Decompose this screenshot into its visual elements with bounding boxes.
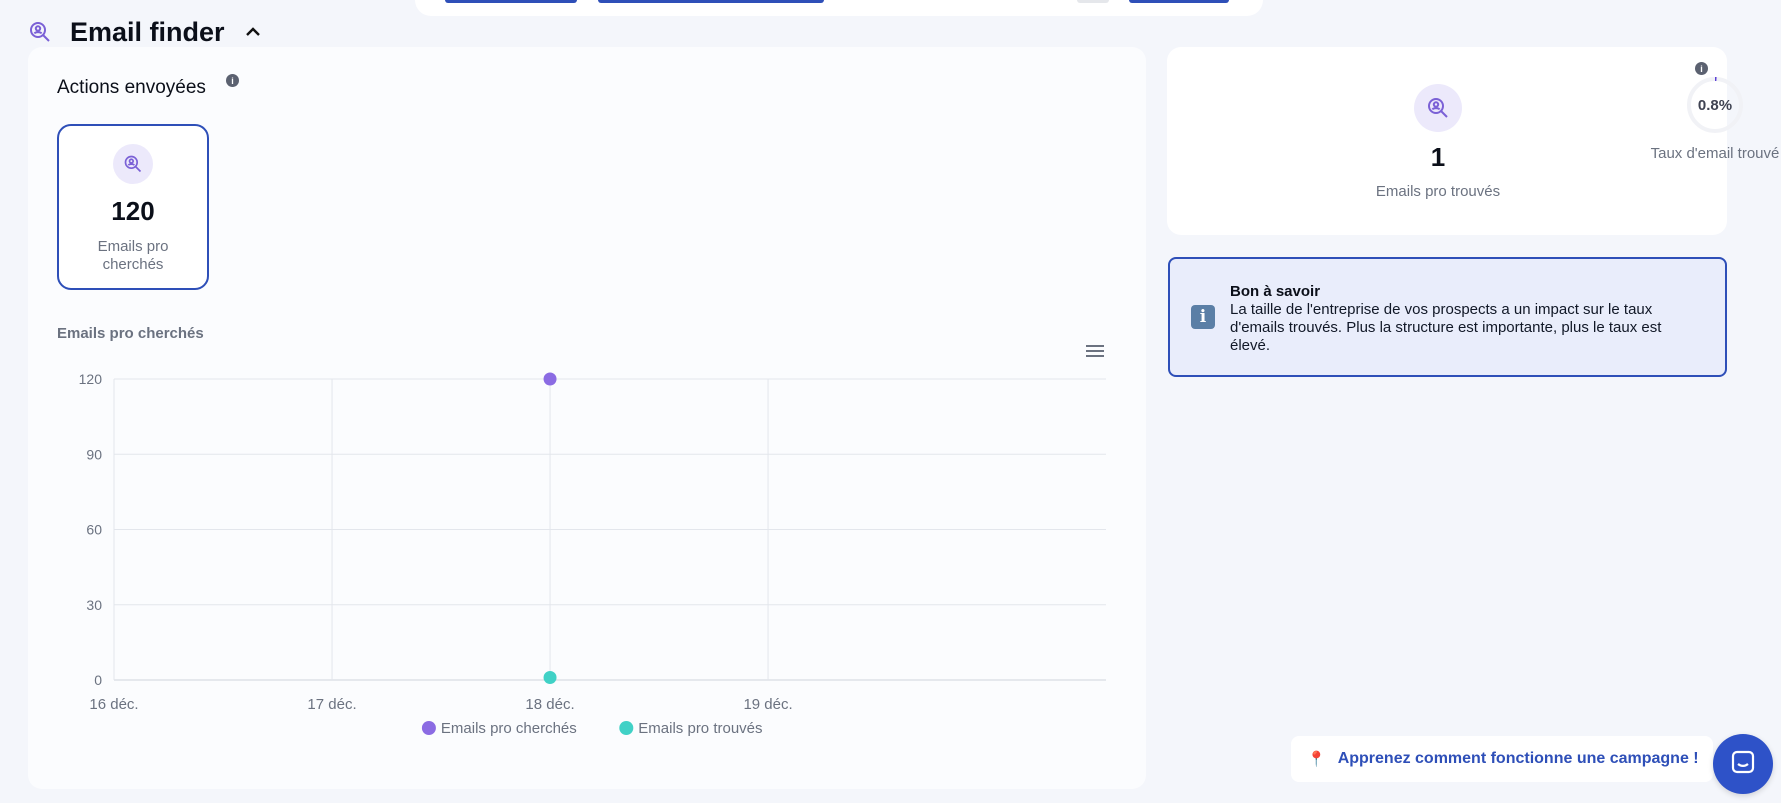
legend-marker xyxy=(619,721,634,735)
kpi-emails-found: 1 Emails pro trouvés xyxy=(1308,84,1568,200)
y-tick-label: 60 xyxy=(86,522,102,538)
legend-label: Emails pro trouvés xyxy=(638,720,762,737)
search-user-icon xyxy=(27,19,53,45)
section-title: Email finder xyxy=(70,16,225,47)
kpi-email-rate: 0.8% Taux d'email trouvé xyxy=(1585,75,1781,162)
x-tick-label: 16 déc. xyxy=(89,696,138,713)
campaign-help-text: Apprenez comment fonctionne une campagne… xyxy=(1337,750,1699,767)
info-icon: i xyxy=(1191,305,1215,329)
info-icon[interactable]: i xyxy=(1695,62,1708,75)
kpi-label: Emails pro trouvés xyxy=(1375,183,1501,200)
stats-card: i 1 Emails pro trouvés 0.8% Taux d'email… xyxy=(1167,47,1779,235)
toolbar-button[interactable] xyxy=(598,0,824,3)
legend-label: Emails pro cherchés xyxy=(441,720,577,737)
toolbar-button[interactable] xyxy=(1129,0,1229,3)
chat-button[interactable] xyxy=(1713,734,1773,794)
x-tick-label: 17 déc. xyxy=(307,696,356,713)
top-toolbar-remnant xyxy=(415,0,1263,16)
toolbar-button[interactable] xyxy=(445,0,577,3)
rate-value: 0.8% xyxy=(1697,96,1733,114)
toolbar-chip[interactable] xyxy=(1077,0,1109,3)
legend-marker xyxy=(421,721,436,735)
campaign-help-link[interactable]: 📍 Apprenez comment fonctionne une campag… xyxy=(1291,736,1713,782)
chat-icon xyxy=(1729,748,1757,781)
data-point xyxy=(543,372,557,386)
search-user-icon xyxy=(1414,84,1462,132)
tip-text: La taille de l'entreprise de vos prospec… xyxy=(1230,301,1662,354)
x-tick-label: 18 déc. xyxy=(525,696,574,713)
chart-svg: 0 30 60 90 120 16 déc. 17 déc. 18 déc. 19 déc. Em… xyxy=(79,371,1106,737)
y-tick-label: 0 xyxy=(94,672,102,688)
y-tick-label: 120 xyxy=(79,371,103,387)
tip-box: i Bon à savoir La taille de l'entreprise… xyxy=(1168,257,1727,377)
data-point xyxy=(543,670,557,684)
actions-card: Actions envoyées i 120 Emails pro cherch… xyxy=(28,47,1146,789)
y-tick-label: 90 xyxy=(86,446,102,462)
pin-icon: 📍 xyxy=(1307,751,1326,768)
y-tick-label: 30 xyxy=(86,597,102,613)
x-tick-label: 19 déc. xyxy=(743,696,792,713)
tip-title: Bon à savoir xyxy=(1230,283,1321,300)
kpi-value: 1 xyxy=(1430,142,1446,172)
rate-gauge: 0.8% xyxy=(1685,75,1745,135)
kpi-label: Taux d'email trouvé xyxy=(1650,145,1780,162)
chevron-up-icon[interactable] xyxy=(243,22,263,42)
section-header: Email finder xyxy=(27,14,263,50)
